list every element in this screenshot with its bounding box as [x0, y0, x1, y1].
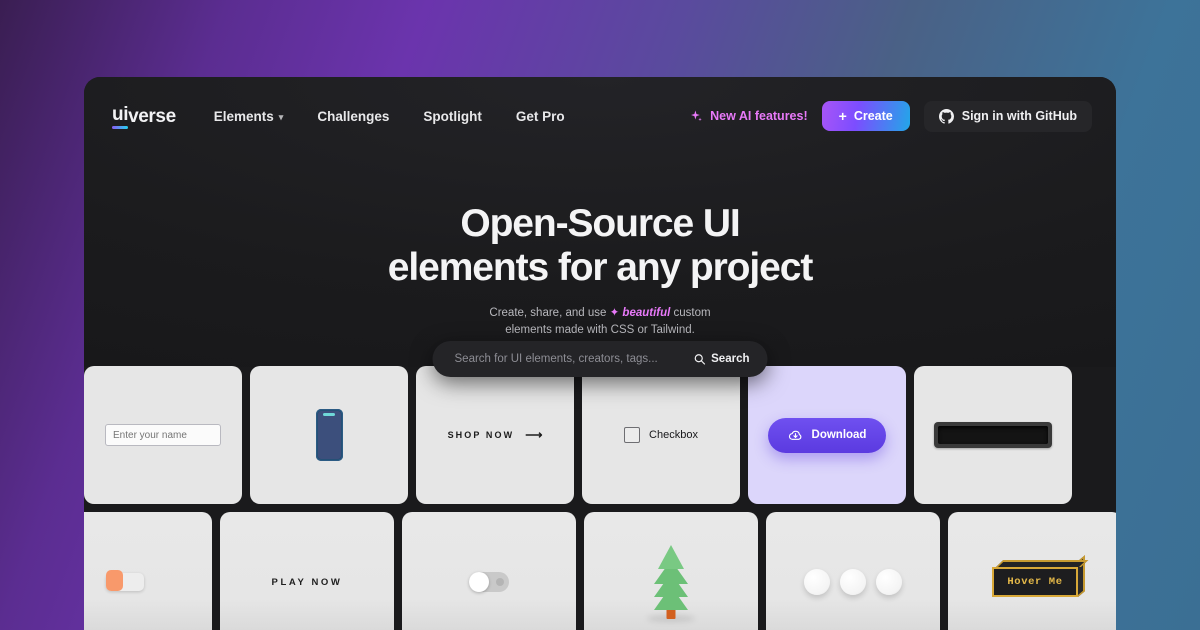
- phone-notch: [323, 413, 335, 416]
- tree-illustration: [644, 543, 698, 622]
- download-card[interactable]: Download: [748, 366, 906, 504]
- loader-dot: [840, 569, 866, 595]
- logo-ui-part: ui: [112, 104, 128, 129]
- navbar: ui verse Elements ▾ Challenges Spotlight …: [84, 77, 1116, 155]
- nav-item-challenges[interactable]: Challenges: [317, 109, 389, 124]
- download-button[interactable]: Download: [767, 417, 887, 453]
- hero-title-line-2: elements for any project: [387, 245, 814, 289]
- orange-toggle-card[interactable]: [84, 512, 212, 630]
- plus-icon: +: [838, 108, 847, 124]
- hero-sub-post: custom: [670, 307, 711, 320]
- dots-card[interactable]: [766, 512, 940, 630]
- nav-item-elements[interactable]: Elements ▾: [214, 109, 284, 124]
- search-button[interactable]: Search: [681, 347, 761, 371]
- nav-item-spotlight-label: Spotlight: [423, 108, 482, 124]
- input-card[interactable]: [84, 366, 242, 504]
- shop-now-button[interactable]: SHOP NOW ⟶: [448, 428, 543, 442]
- hero-subtitle: Create, share, and use ✦ beautiful custo…: [84, 305, 1116, 338]
- search-bar[interactable]: Search: [432, 341, 768, 377]
- hero-sub-pre: Create, share, and use: [489, 307, 610, 320]
- loader-dots: [804, 569, 902, 595]
- arrow-right-icon: ⟶: [525, 428, 543, 442]
- hoverme-card[interactable]: Hover Me: [948, 512, 1116, 630]
- chevron-down-icon: ▾: [278, 111, 284, 122]
- tree-card[interactable]: [584, 512, 758, 630]
- hover-me-top-face: [996, 560, 1089, 567]
- hero-title-line-1: Open-Source UI: [460, 202, 740, 245]
- grey-toggle-switch[interactable]: [469, 572, 509, 592]
- play-now-button[interactable]: PLAY NOW: [272, 577, 343, 588]
- nav-item-challenges-label: Challenges: [317, 108, 390, 124]
- orange-toggle-knob: [106, 570, 123, 591]
- checkbox-card[interactable]: Checkbox: [582, 366, 740, 504]
- navbar-actions: New AI features! + Create Sign in with G…: [690, 100, 1092, 132]
- phone-illustration: [315, 409, 343, 461]
- inset-bar-inner: [938, 426, 1048, 444]
- download-button-label: Download: [811, 429, 867, 441]
- github-button-label: Sign in with GitHub: [961, 109, 1077, 123]
- hover-me-button-wrap[interactable]: Hover Me: [992, 555, 1089, 597]
- nav-item-spotlight[interactable]: Spotlight: [423, 109, 481, 124]
- orange-toggle-switch[interactable]: [106, 570, 144, 591]
- phone-card[interactable]: [250, 366, 408, 504]
- shopnow-card[interactable]: SHOP NOW ⟶: [416, 366, 574, 504]
- shop-now-label: SHOP NOW: [447, 430, 515, 440]
- search-input[interactable]: [454, 353, 682, 365]
- checkbox-label: Checkbox: [649, 429, 698, 441]
- nav-item-get-pro-label: Get Pro: [515, 108, 565, 124]
- new-ai-features-label: New AI features!: [710, 109, 808, 123]
- grey-toggle-card[interactable]: [402, 512, 576, 630]
- grey-toggle-knob: [469, 572, 489, 592]
- logo-verse-part: verse: [128, 106, 176, 127]
- grey-toggle-hole: [496, 578, 504, 586]
- loader-dot: [876, 569, 902, 595]
- site-logo[interactable]: ui verse: [112, 104, 176, 129]
- sparkle-inline-icon: ✦: [609, 307, 620, 320]
- loader-dot: [804, 569, 830, 595]
- element-card-row-bottom: PLAY NOW Hover Me: [84, 512, 1116, 630]
- app-panel: ui verse Elements ▾ Challenges Spotlight …: [84, 77, 1116, 630]
- search-icon: [694, 354, 705, 365]
- sparkle-icon: [691, 110, 702, 121]
- new-ai-features-link[interactable]: New AI features!: [690, 109, 808, 123]
- nav-item-get-pro[interactable]: Get Pro: [516, 109, 565, 124]
- hover-me-button[interactable]: Hover Me: [992, 567, 1078, 597]
- search-button-label: Search: [711, 353, 750, 365]
- create-button-label: Create: [853, 109, 893, 123]
- element-card-row-top: SHOP NOW ⟶ Checkbox Download: [84, 366, 1072, 504]
- phone-screen: [317, 411, 341, 459]
- hero-sub-line-2: elements made with CSS or Tailwind.: [505, 324, 695, 337]
- checkbox-box[interactable]: [624, 427, 641, 443]
- insetbar-card[interactable]: [914, 366, 1072, 504]
- inset-bar-element: [934, 422, 1052, 448]
- checkbox-control[interactable]: Checkbox: [624, 427, 698, 443]
- sign-in-with-github-button[interactable]: Sign in with GitHub: [923, 100, 1092, 132]
- playnow-card[interactable]: PLAY NOW: [220, 512, 394, 630]
- create-button[interactable]: + Create: [821, 101, 910, 131]
- page-title: Open-Source UI elements for any project: [84, 202, 1116, 289]
- cloud-download-icon: [788, 430, 801, 440]
- hero-sub-emphasis: beautiful: [622, 307, 671, 320]
- github-icon: [938, 108, 954, 124]
- nav-item-elements-label: Elements: [213, 108, 274, 124]
- tree-tier-top: [658, 545, 684, 569]
- enter-your-name-input[interactable]: [105, 424, 221, 446]
